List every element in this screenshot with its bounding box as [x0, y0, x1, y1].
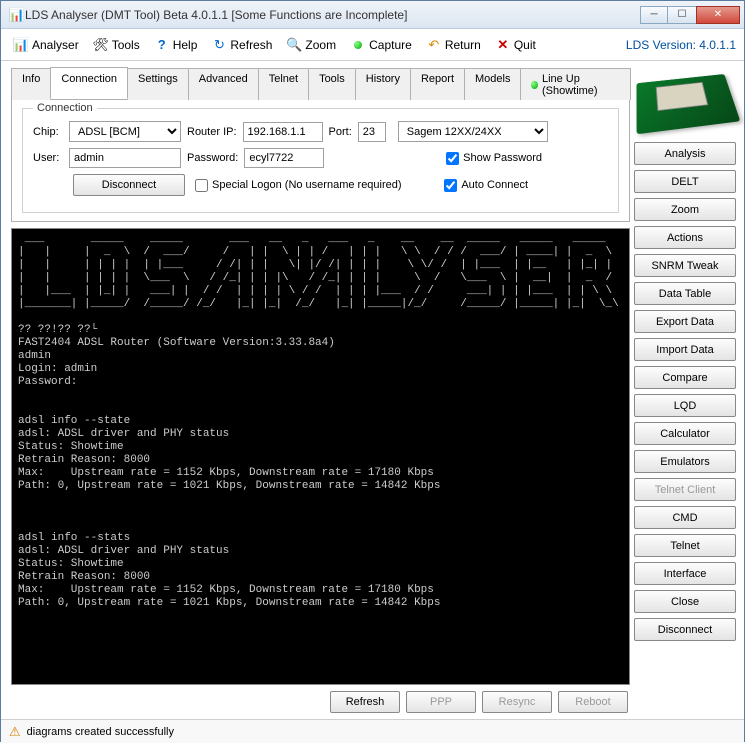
- tab-models[interactable]: Models: [464, 68, 521, 100]
- datatable-button[interactable]: Data Table: [634, 282, 736, 305]
- fieldset-legend: Connection: [33, 102, 97, 114]
- zoom-side-button[interactable]: Zoom: [634, 198, 736, 221]
- snrm-tweak-button[interactable]: SNRM Tweak: [634, 254, 736, 277]
- analysis-button[interactable]: Analysis: [634, 142, 736, 165]
- tab-settings[interactable]: Settings: [127, 68, 189, 100]
- tab-history[interactable]: History: [355, 68, 411, 100]
- tab-connection[interactable]: Connection: [50, 67, 128, 99]
- special-logon-checkbox[interactable]: Special Logon (No username required): [195, 179, 402, 192]
- chip-select[interactable]: ADSL [BCM]: [69, 121, 181, 142]
- reboot-button: Reboot: [558, 691, 628, 713]
- refresh-icon: ↻: [211, 37, 227, 53]
- help-menu[interactable]: ?Help: [150, 35, 202, 55]
- disconnect-side-button[interactable]: Disconnect: [634, 618, 736, 641]
- modem-select[interactable]: Sagem 12XX/24XX: [398, 121, 548, 142]
- minimize-button[interactable]: ─: [640, 6, 668, 24]
- password-input[interactable]: [244, 148, 324, 168]
- return-button[interactable]: ↶Return: [422, 35, 485, 55]
- cmd-button[interactable]: CMD: [634, 506, 736, 529]
- pcb-image: [636, 74, 740, 134]
- routerip-label: Router IP:: [187, 126, 237, 138]
- actions-button[interactable]: Actions: [634, 226, 736, 249]
- sidebar: Analysis DELT Zoom Actions SNRM Tweak Da…: [634, 61, 744, 719]
- zoom-button[interactable]: 🔍Zoom: [282, 35, 340, 55]
- chip-label: Chip:: [33, 126, 63, 138]
- return-icon: ↶: [426, 37, 442, 53]
- capture-button[interactable]: Capture: [346, 35, 416, 55]
- maximize-button[interactable]: ☐: [668, 6, 696, 24]
- resync-button: Resync: [482, 691, 552, 713]
- connection-fieldset: Connection Chip: ADSL [BCM] Router IP: P…: [22, 108, 619, 213]
- refresh-button[interactable]: ↻Refresh: [207, 35, 276, 55]
- terminal-output[interactable]: ___ _____ _____ ___ __ _ ___ _ __ __ ___…: [11, 228, 630, 685]
- port-label: Port:: [329, 126, 352, 138]
- ppp-button: PPP: [406, 691, 476, 713]
- window-title: LDS Analyser (DMT Tool) Beta 4.0.1.1 [So…: [25, 8, 640, 22]
- zoom-icon: 🔍: [286, 37, 302, 53]
- tab-bar: Info Connection Settings Advanced Telnet…: [11, 67, 630, 100]
- port-input[interactable]: [358, 122, 386, 142]
- help-icon: ?: [154, 37, 170, 53]
- tab-tools[interactable]: Tools: [308, 68, 356, 100]
- lqd-button[interactable]: LQD: [634, 394, 736, 417]
- warning-icon: ⚠: [9, 724, 21, 740]
- tools-menu[interactable]: 🛠Tools: [89, 35, 144, 55]
- autoconnect-checkbox[interactable]: Auto Connect: [444, 179, 528, 192]
- export-data-button[interactable]: Export Data: [634, 310, 736, 333]
- import-data-button[interactable]: Import Data: [634, 338, 736, 361]
- interface-button[interactable]: Interface: [634, 562, 736, 585]
- main-toolbar: 📊Analyser 🛠Tools ?Help ↻Refresh 🔍Zoom Ca…: [1, 29, 744, 61]
- tools-icon: 🛠: [93, 37, 109, 53]
- tab-telnet[interactable]: Telnet: [258, 68, 309, 100]
- user-label: User:: [33, 152, 63, 164]
- showpw-checkbox[interactable]: Show Password: [446, 152, 542, 165]
- app-icon: 📊: [9, 7, 25, 23]
- emulators-button[interactable]: Emulators: [634, 450, 736, 473]
- quit-button[interactable]: ✕Quit: [491, 35, 540, 55]
- telnet-side-button[interactable]: Telnet: [634, 534, 736, 557]
- delt-button[interactable]: DELT: [634, 170, 736, 193]
- user-input[interactable]: [69, 148, 181, 168]
- titlebar: 📊 LDS Analyser (DMT Tool) Beta 4.0.1.1 […: [1, 1, 744, 29]
- close-window-button[interactable]: ✕: [696, 6, 740, 24]
- tab-info[interactable]: Info: [11, 68, 51, 100]
- version-label: LDS Version: 4.0.1.1: [626, 38, 736, 52]
- tab-advanced[interactable]: Advanced: [188, 68, 259, 100]
- close-side-button[interactable]: Close: [634, 590, 736, 613]
- tab-lineup[interactable]: Line Up (Showtime): [520, 68, 631, 100]
- quit-icon: ✕: [495, 37, 511, 53]
- telnet-client-button: Telnet Client: [634, 478, 736, 501]
- status-text: diagrams created successfully: [27, 726, 174, 738]
- compare-button[interactable]: Compare: [634, 366, 736, 389]
- status-bar: ⚠ diagrams created successfully: [1, 719, 744, 743]
- analyser-icon: 📊: [13, 37, 29, 53]
- routerip-input[interactable]: [243, 122, 323, 142]
- capture-icon: [350, 37, 366, 53]
- password-label: Password:: [187, 152, 238, 164]
- calculator-button[interactable]: Calculator: [634, 422, 736, 445]
- status-dot-icon: [531, 81, 537, 89]
- refresh-bottom-button[interactable]: Refresh: [330, 691, 400, 713]
- disconnect-button[interactable]: Disconnect: [73, 174, 185, 196]
- tab-report[interactable]: Report: [410, 68, 465, 100]
- analyser-menu[interactable]: 📊Analyser: [9, 35, 83, 55]
